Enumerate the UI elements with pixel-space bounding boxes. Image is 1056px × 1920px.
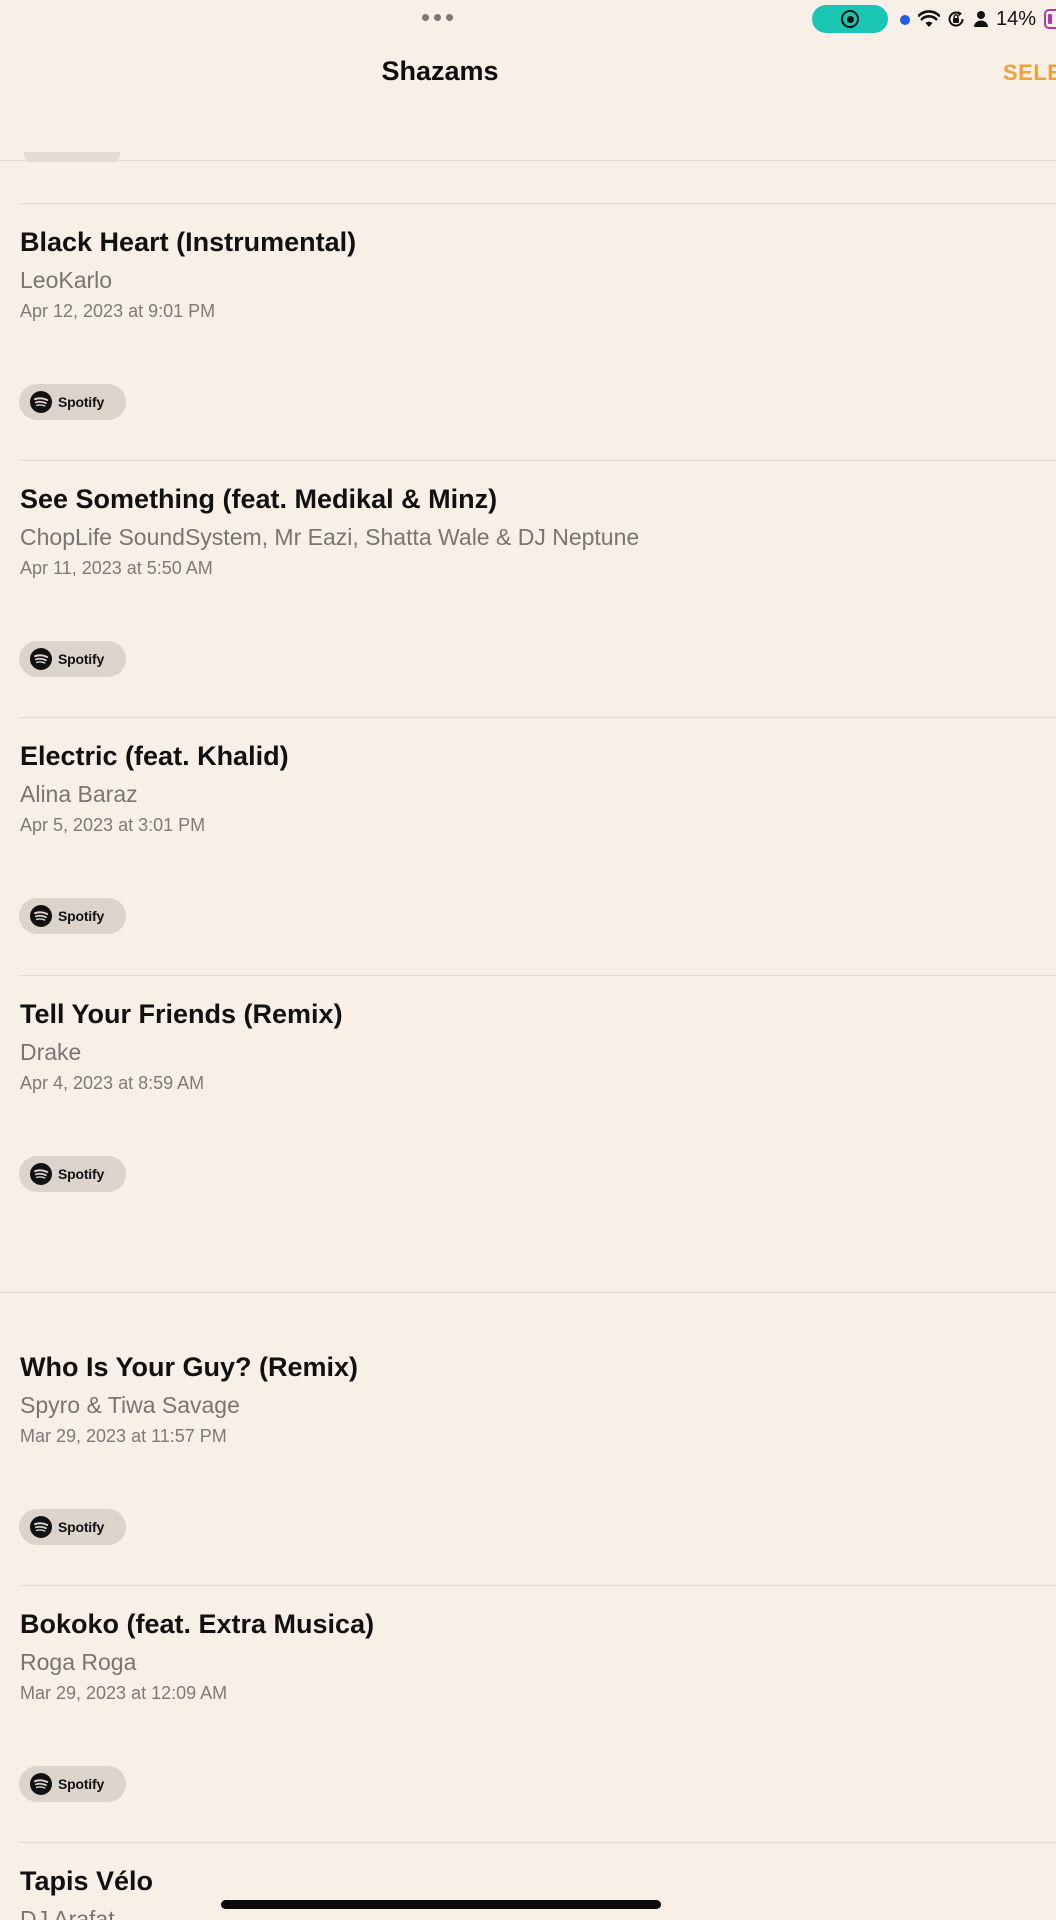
spotify-button[interactable]: Spotify	[19, 1156, 126, 1192]
list-item[interactable]: Who Is Your Guy? (Remix) Spyro & Tiwa Sa…	[0, 1292, 1056, 1585]
spotify-button[interactable]: Spotify	[19, 384, 126, 420]
section-divider	[0, 1292, 1056, 1293]
spotify-button[interactable]: Spotify	[19, 641, 126, 677]
track-artist: Spyro & Tiwa Savage	[20, 1392, 240, 1418]
spotify-icon	[30, 1773, 52, 1795]
track-artist: DJ Arafat	[20, 1906, 115, 1920]
track-date: Mar 29, 2023 at 11:57 PM	[20, 1426, 227, 1446]
track-title: Black Heart (Instrumental)	[20, 227, 357, 257]
battery-icon	[1044, 9, 1056, 29]
spotify-button[interactable]: Spotify	[19, 1766, 126, 1802]
spotify-button[interactable]: Spotify	[19, 898, 126, 934]
track-artist: ChopLife SoundSystem, Mr Eazi, Shatta Wa…	[20, 524, 640, 550]
more-dots-icon[interactable]	[422, 14, 453, 21]
select-button[interactable]: SELE	[1003, 60, 1056, 86]
track-artist: LeoKarlo	[20, 267, 113, 293]
track-artist: Drake	[20, 1039, 82, 1065]
track-date: Apr 12, 2023 at 9:01 PM	[20, 301, 216, 321]
list-divider	[20, 1585, 1056, 1586]
location-indicator-icon	[900, 15, 910, 25]
wifi-icon	[918, 10, 940, 27]
list-item[interactable]: Bokoko (feat. Extra Musica) Roga Roga Ma…	[0, 1585, 1056, 1842]
status-bar: 14%	[0, 0, 1056, 38]
track-title: Tell Your Friends (Remix)	[20, 999, 343, 1029]
list-item[interactable]: Tell Your Friends (Remix) Drake Apr 4, 2…	[0, 975, 1056, 1291]
spotify-label: Spotify	[58, 908, 105, 924]
track-date: Apr 4, 2023 at 8:59 AM	[20, 1073, 205, 1093]
list-divider	[20, 975, 1056, 976]
nav-divider	[0, 160, 1056, 161]
track-date: Apr 5, 2023 at 3:01 PM	[20, 815, 206, 835]
battery-percentage: 14%	[996, 8, 1037, 30]
list-item[interactable]: See Something (feat. Medikal & Minz) Cho…	[0, 460, 1056, 717]
person-icon	[974, 11, 988, 27]
track-date: Apr 11, 2023 at 5:50 AM	[20, 558, 213, 578]
track-title: Who Is Your Guy? (Remix)	[20, 1352, 359, 1382]
list-item[interactable]: Black Heart (Instrumental) LeoKarlo Apr …	[0, 203, 1056, 460]
spotify-label: Spotify	[58, 1166, 105, 1182]
spotify-label: Spotify	[58, 651, 105, 667]
screen-record-icon[interactable]	[812, 5, 888, 33]
spotify-label: Spotify	[58, 1776, 105, 1792]
list-divider	[20, 717, 1056, 718]
spotify-label: Spotify	[58, 1519, 105, 1535]
list-item[interactable]: Electric (feat. Khalid) Alina Baraz Apr …	[0, 717, 1056, 974]
track-title: Tapis Vélo	[20, 1866, 154, 1896]
list-divider	[20, 203, 1056, 204]
list-divider	[20, 1842, 1056, 1843]
track-title: See Something (feat. Medikal & Minz)	[20, 484, 498, 514]
track-title: Bokoko (feat. Extra Musica)	[20, 1609, 375, 1639]
track-title: Electric (feat. Khalid)	[20, 741, 289, 771]
page-title: Shazams	[381, 56, 499, 86]
list-divider	[20, 460, 1056, 461]
track-artist: Alina Baraz	[20, 781, 138, 807]
spotify-icon	[30, 391, 52, 413]
spotify-icon	[30, 1516, 52, 1538]
spotify-label: Spotify	[58, 394, 105, 410]
home-indicator	[221, 1900, 661, 1909]
rotation-lock-icon	[948, 11, 964, 27]
spotify-icon	[30, 648, 52, 670]
track-artist: Roga Roga	[20, 1649, 137, 1675]
track-date: Mar 29, 2023 at 12:09 AM	[20, 1683, 228, 1703]
spotify-button[interactable]: Spotify	[19, 1509, 126, 1545]
spotify-icon	[30, 1163, 52, 1185]
spotify-icon	[30, 905, 52, 927]
